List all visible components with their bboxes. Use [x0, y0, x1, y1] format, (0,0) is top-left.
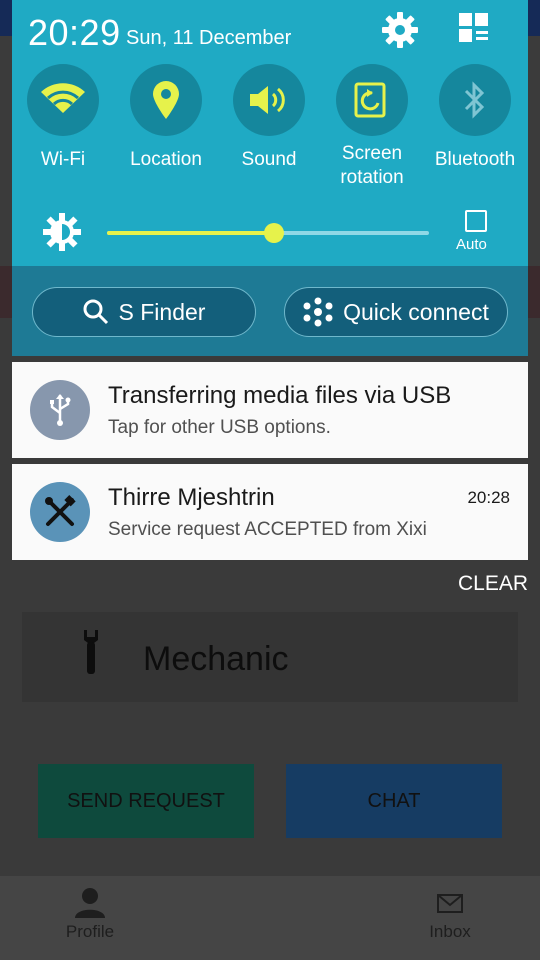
toggle-location-label: Location	[130, 149, 202, 170]
clear-notifications-button[interactable]: CLEAR	[458, 572, 528, 596]
s-finder-button[interactable]: S Finder	[32, 287, 256, 337]
location-icon	[153, 81, 179, 119]
notification-service-request[interactable]: Thirre Mjeshtrin Service request ACCEPTE…	[12, 464, 528, 560]
notification-subtitle: Tap for other USB options.	[108, 417, 331, 438]
toggle-sound[interactable]: Sound	[219, 64, 319, 172]
toggle-bluetooth-circle	[439, 64, 511, 136]
wrench-icon	[84, 630, 98, 674]
brightness-icon	[43, 213, 81, 251]
s-finder-label: S Finder	[118, 298, 206, 325]
chat-button[interactable]: CHAT	[286, 764, 502, 838]
clock: 20:29	[28, 12, 121, 53]
toggle-wifi[interactable]: Wi-Fi	[13, 64, 113, 172]
tools-icon	[30, 482, 90, 542]
screen-rotation-icon	[354, 82, 386, 118]
notification-subtitle: Service request ACCEPTED from Xixi	[108, 519, 427, 540]
edit-grid-icon[interactable]	[456, 10, 492, 46]
nav-inbox[interactable]: Inbox	[420, 886, 480, 942]
usb-icon	[30, 380, 90, 440]
quick-connect-icon	[303, 297, 333, 327]
toggle-sound-circle	[233, 64, 305, 136]
wifi-icon	[41, 83, 85, 113]
nav-profile-label: Profile	[65, 922, 115, 941]
notification-time: 20:28	[467, 488, 510, 507]
auto-brightness-label: Auto	[456, 236, 487, 253]
search-icon	[83, 299, 108, 325]
nav-inbox-label: Inbox	[429, 922, 471, 941]
toggle-screen-rotation-label: Screen rotation	[340, 143, 404, 188]
auto-brightness-checkbox[interactable]	[465, 210, 487, 232]
brightness-slider-fill	[107, 231, 275, 235]
toggle-bluetooth-label: Bluetooth	[434, 149, 516, 170]
quick-connect-label: Quick connect	[343, 298, 489, 325]
toggle-wifi-circle	[27, 64, 99, 136]
notification-title: Thirre Mjeshtrin	[108, 484, 275, 511]
brightness-slider-handle[interactable]	[264, 223, 285, 243]
gear-icon[interactable]	[380, 10, 420, 50]
quick-connect-button[interactable]: Quick connect	[284, 287, 508, 337]
nav-profile[interactable]: Profile	[60, 886, 120, 942]
toggle-sound-label: Sound	[241, 149, 297, 170]
date: Sun, 11 December	[126, 27, 292, 49]
send-request-button[interactable]: SEND REQUEST	[38, 764, 254, 838]
notification-usb[interactable]: Transferring media files via USB Tap for…	[12, 362, 528, 458]
bluetooth-icon	[464, 81, 485, 119]
notification-title: Transferring media files via USB	[108, 382, 452, 409]
person-icon	[75, 888, 105, 918]
notification-shade: 20:29 Sun, 11 December Wi-Fi Location So…	[12, 0, 528, 356]
brightness-slider[interactable]	[107, 223, 429, 243]
toggle-bluetooth[interactable]: Bluetooth	[425, 64, 525, 172]
toggle-screen-rotation-circle	[336, 64, 408, 136]
toggle-location[interactable]: Location	[116, 64, 216, 172]
sound-icon	[250, 86, 285, 114]
envelope-icon	[437, 894, 463, 913]
toggle-location-circle	[130, 64, 202, 136]
toggle-wifi-label: Wi-Fi	[40, 149, 86, 170]
toggle-screen-rotation[interactable]: Screen rotation	[322, 64, 422, 190]
service-title: Mechanic	[143, 640, 289, 678]
